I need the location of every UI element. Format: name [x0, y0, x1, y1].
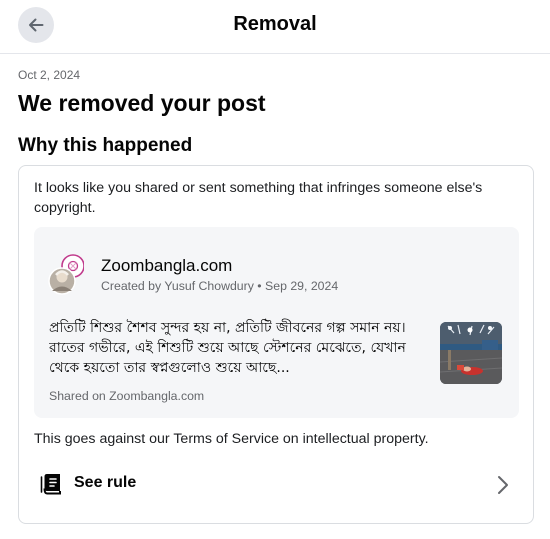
see-rule-label: See rule — [74, 474, 137, 491]
header-title: Removal — [233, 13, 317, 35]
section-title: Why this happened — [18, 135, 193, 156]
notice-date: Oct 2, 2024 — [18, 68, 81, 82]
header: Removal — [0, 0, 550, 54]
terms-text: This goes against our Terms of Service o… — [34, 431, 429, 447]
intro-text: It looks like you shared or sent somethi… — [34, 180, 483, 216]
chevron-right-icon — [498, 476, 508, 494]
shared-on-text: Shared on Zoombangla.com — [49, 389, 205, 403]
see-rule-button[interactable]: See rule — [29, 463, 525, 507]
page-name: Zoombangla.com — [101, 256, 233, 275]
post-text: প্রতিটি শিশুর শৈশব সুন্দর হয় না, প্রতিট… — [49, 320, 406, 376]
post-thumbnail — [440, 322, 502, 384]
page-avatar — [48, 254, 84, 295]
notice-title: We removed your post — [18, 90, 266, 116]
removed-post-preview[interactable]: Zoombangla.com Created by Yusuf Chowdury… — [34, 227, 519, 418]
removal-details-card: It looks like you shared or sent somethi… — [18, 165, 534, 524]
book-icon — [40, 474, 61, 495]
post-created-info: Created by Yusuf Chowdury • Sep 29, 2024 — [101, 279, 339, 293]
